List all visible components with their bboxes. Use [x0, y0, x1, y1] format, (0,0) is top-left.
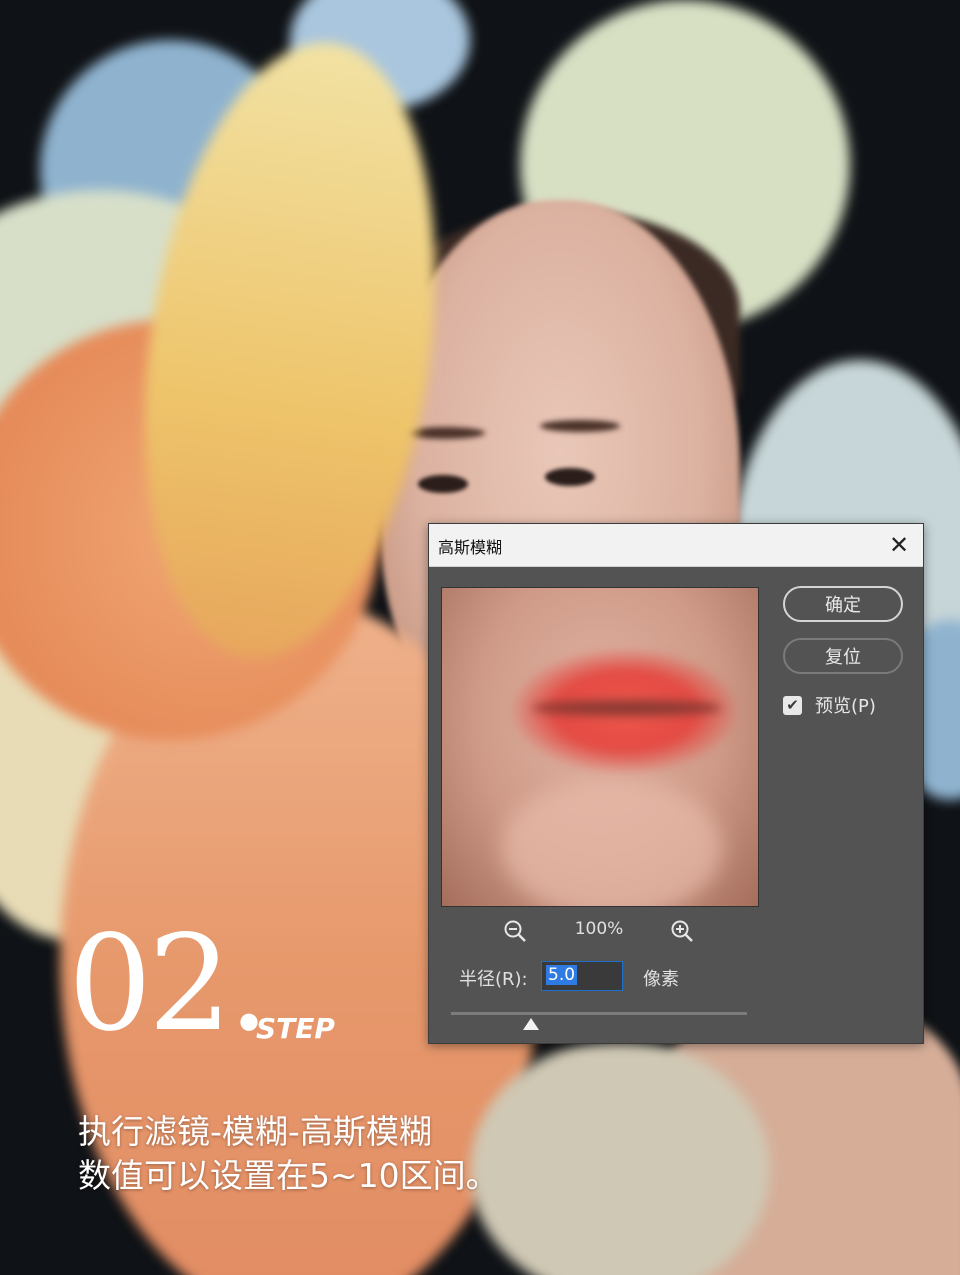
eye-left: [418, 475, 468, 493]
blur-preview-image[interactable]: [441, 587, 759, 907]
gaussian-blur-dialog: 高斯模糊 ✕ 确定 复位 ✔ 预览(P) 100% 半径(R): 5.0 像素: [428, 523, 924, 1044]
step-label: STEP: [256, 1012, 335, 1045]
eyebrow-right: [540, 420, 620, 432]
zoom-level: 100%: [574, 919, 624, 939]
zoom-out-icon[interactable]: [502, 918, 528, 944]
step-number: 02.: [68, 907, 270, 1061]
caption-line-1: 执行滤镜-模糊-高斯模糊: [78, 1112, 432, 1151]
preview-checkbox-label[interactable]: 预览(P): [815, 692, 876, 718]
radius-slider-track[interactable]: [451, 1012, 747, 1015]
radius-value: 5.0: [546, 965, 578, 985]
radius-label: 半径(R):: [459, 969, 528, 990]
caption-line-2: 数值可以设置在5~10区间。: [78, 1156, 499, 1195]
dialog-title: 高斯模糊: [438, 538, 503, 557]
reset-button[interactable]: 复位: [783, 638, 903, 674]
close-icon[interactable]: ✕: [883, 529, 915, 561]
eye-right: [545, 468, 595, 486]
slider-thumb-icon[interactable]: [522, 1018, 539, 1030]
radius-input[interactable]: 5.0: [541, 961, 623, 991]
dialog-titlebar[interactable]: 高斯模糊 ✕: [429, 524, 923, 567]
preview-chin: [502, 778, 722, 906]
zoom-in-icon[interactable]: [669, 918, 695, 944]
checkbox-icon[interactable]: ✔: [783, 696, 802, 715]
caption: 执行滤镜-模糊-高斯模糊 数值可以设置在5~10区间。: [78, 1110, 499, 1198]
ok-button[interactable]: 确定: [783, 586, 903, 622]
unit-label: 像素: [643, 969, 679, 990]
preview-lip-line: [532, 700, 722, 716]
